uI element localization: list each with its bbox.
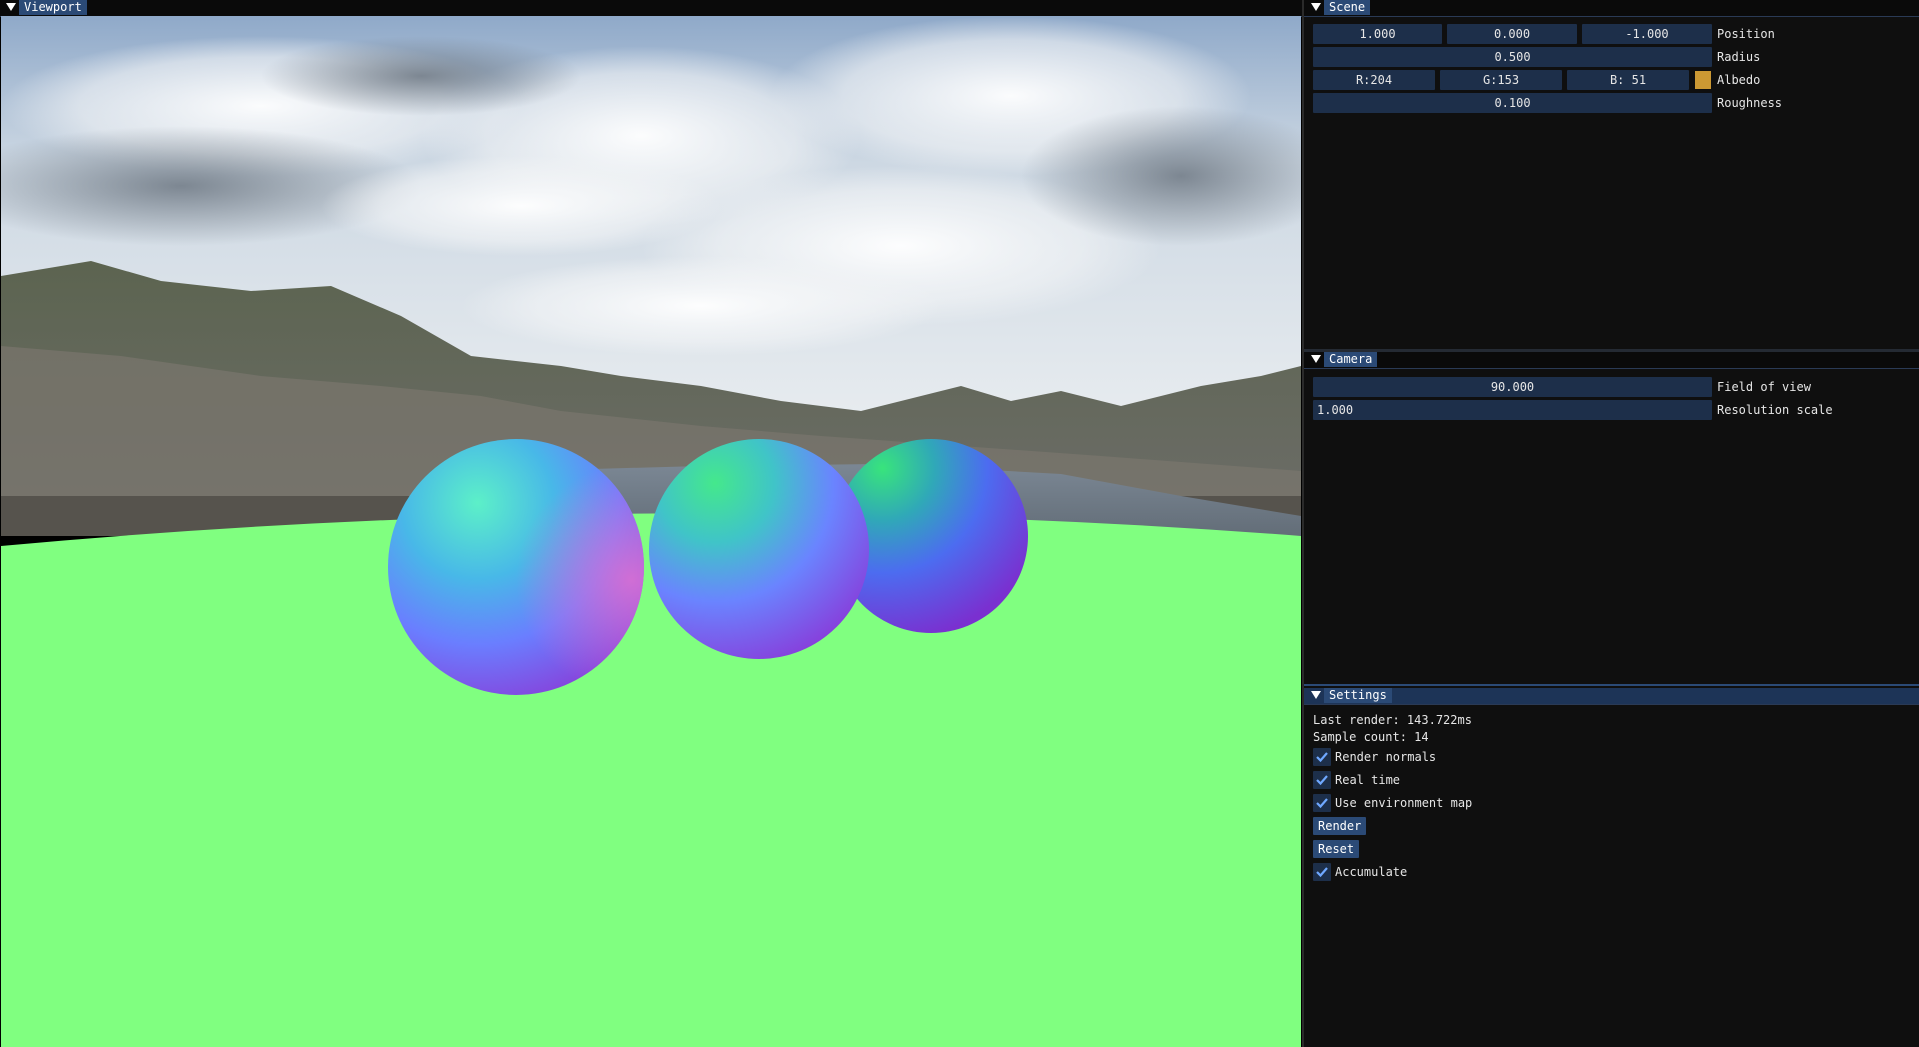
reset-button[interactable]: Reset: [1313, 840, 1360, 858]
sample-count: Sample count: 14: [1313, 730, 1429, 744]
collapse-arrow-icon[interactable]: [6, 3, 16, 11]
viewport-panel: Viewport: [0, 0, 1302, 1047]
tab-settings[interactable]: Settings: [1324, 688, 1392, 703]
radius-field[interactable]: 0.500: [1313, 47, 1712, 67]
fov-label: Field of view: [1717, 380, 1811, 394]
resolution-scale-field[interactable]: 1.000: [1313, 400, 1712, 420]
albedo-g-field[interactable]: G:153: [1440, 70, 1562, 90]
checkmark-icon: [1316, 798, 1328, 809]
real-time-label: Real time: [1335, 773, 1401, 787]
fov-field[interactable]: 90.000: [1313, 377, 1712, 397]
collapse-arrow-icon[interactable]: [1311, 3, 1321, 11]
tab-camera[interactable]: Camera: [1324, 352, 1378, 367]
resolution-scale-label: Resolution scale: [1717, 403, 1833, 417]
accumulate-checkbox[interactable]: [1313, 863, 1331, 881]
camera-titlebar: Camera: [1304, 352, 1919, 369]
panel-separator[interactable]: [1304, 684, 1919, 686]
checkmark-icon: [1316, 867, 1328, 878]
use-env-map-label: Use environment map: [1335, 796, 1473, 810]
albedo-b-field[interactable]: B: 51: [1567, 70, 1689, 90]
settings-titlebar: Settings: [1304, 688, 1919, 705]
tab-scene[interactable]: Scene: [1324, 0, 1371, 15]
roughness-field[interactable]: 0.100: [1313, 93, 1712, 113]
roughness-label: Roughness: [1717, 96, 1783, 110]
albedo-label: Albedo: [1717, 73, 1761, 87]
render-normals-label: Render normals: [1335, 750, 1437, 764]
position-y-field[interactable]: 0.000: [1447, 24, 1577, 44]
ground-plane: [1, 513, 1301, 1047]
real-time-checkbox[interactable]: [1313, 771, 1331, 789]
checkmark-icon: [1316, 752, 1328, 763]
viewport-titlebar: Viewport: [0, 0, 1302, 17]
last-render-time: Last render: 143.722ms: [1313, 713, 1472, 727]
collapse-arrow-icon[interactable]: [1311, 355, 1321, 363]
scene-titlebar: Scene: [1304, 0, 1919, 17]
position-z-field[interactable]: -1.000: [1582, 24, 1712, 44]
render-button[interactable]: Render: [1313, 817, 1367, 835]
albedo-color-swatch[interactable]: [1695, 71, 1711, 89]
radius-label: Radius: [1717, 50, 1761, 64]
rendered-scene: [1, 16, 1301, 1047]
render-viewport-image[interactable]: [1, 16, 1301, 1047]
sphere-left: [388, 439, 644, 695]
checkmark-icon: [1316, 775, 1328, 786]
accumulate-label: Accumulate: [1335, 865, 1408, 879]
tab-viewport[interactable]: Viewport: [19, 0, 87, 15]
collapse-arrow-icon[interactable]: [1311, 691, 1321, 699]
position-x-field[interactable]: 1.000: [1313, 24, 1442, 44]
position-label: Position: [1717, 27, 1775, 41]
albedo-r-field[interactable]: R:204: [1313, 70, 1435, 90]
use-env-map-checkbox[interactable]: [1313, 794, 1331, 812]
sphere-center: [649, 439, 869, 659]
render-normals-checkbox[interactable]: [1313, 748, 1331, 766]
